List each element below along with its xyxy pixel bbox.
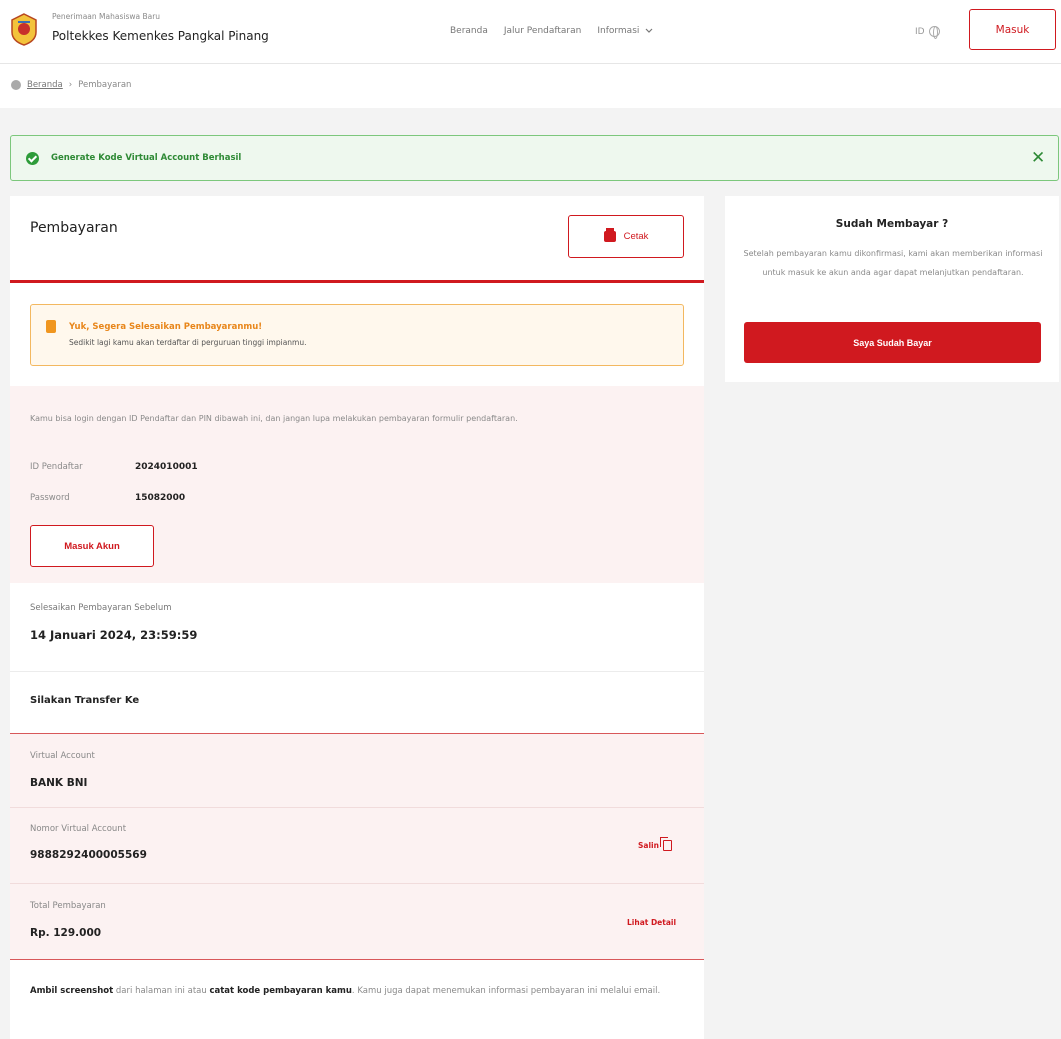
close-icon[interactable]: ✕ [1031, 148, 1045, 168]
page-title: Pembayaran [30, 220, 118, 236]
language-label: ID [915, 26, 925, 37]
breadcrumb-home-link[interactable]: Beranda [27, 80, 63, 90]
brand-title[interactable]: Poltekkes Kemenkes Pangkal Pinang [52, 29, 269, 43]
receipt-icon [46, 320, 56, 333]
divider [10, 671, 704, 672]
side-title: Sudah Membayar ? [835, 218, 949, 230]
virtual-account-row [10, 734, 704, 808]
check-circle-icon [26, 152, 39, 165]
language-selector[interactable]: ID [915, 26, 940, 39]
print-button[interactable]: Cetak [568, 215, 684, 258]
print-button-label: Cetak [623, 231, 649, 242]
total-value: Rp. 129.000 [30, 927, 102, 939]
total-divider [10, 959, 704, 960]
globe-icon [928, 26, 940, 39]
transfer-title: Silakan Transfer Ke [30, 695, 140, 706]
already-paid-card: Sudah Membayar ? Setelah pembayaran kamu… [725, 196, 1059, 382]
success-alert: Generate Kode Virtual Account Berhasil ✕ [10, 135, 1059, 181]
login-account-button[interactable]: Masuk Akun [30, 525, 154, 567]
nav-item-informasi[interactable]: Informasi [597, 26, 653, 36]
payment-card: Pembayaran Cetak Yuk, Segera Selesaikan … [10, 196, 704, 1039]
password-label: Password [30, 493, 70, 503]
nav-item-informasi-label: Informasi [597, 26, 640, 36]
brand-subtitle: Penerimaan Mahasiswa Baru [52, 12, 161, 21]
copy-icon [659, 837, 672, 851]
side-text: Setelah pembayaran kamu dikonfirmasi, ka… [743, 249, 1043, 277]
breadcrumb-separator: › [68, 80, 73, 90]
login-button[interactable]: Masuk [969, 9, 1056, 50]
top-navbar: Penerimaan Mahasiswa Baru Poltekkes Keme… [0, 0, 1061, 64]
breadcrumb-bar [0, 64, 1061, 108]
footer-note-bold-2: catat kode pembayaran kamu [209, 986, 352, 996]
printer-icon [603, 228, 616, 242]
breadcrumb-current: Pembayaran [78, 80, 132, 90]
deadline-value: 14 Januari 2024, 23:59:59 [30, 628, 198, 642]
view-detail-link[interactable]: Lihat Detail [627, 918, 676, 927]
id-value: 2024010001 [135, 462, 198, 472]
total-payment-row [10, 884, 704, 960]
va-number: 9888292400005569 [30, 849, 147, 861]
password-value: 15082000 [135, 493, 186, 503]
footer-note: Ambil screenshot dari halaman ini atau c… [30, 981, 690, 1001]
footer-note-text-1: dari halaman ini atau [113, 986, 210, 996]
reminder-text: Sedikit lagi kamu akan terdaftar di perg… [69, 338, 307, 347]
copy-button[interactable]: Salin [638, 837, 672, 851]
va-bank: BANK BNI [30, 777, 88, 789]
va-label: Virtual Account [30, 751, 95, 761]
home-icon [11, 80, 21, 90]
header-divider [10, 280, 704, 283]
institution-logo-icon[interactable] [9, 12, 39, 46]
breadcrumb: Beranda › Pembayaran [11, 80, 131, 90]
main-nav: Beranda Jalur Pendaftaran Informasi [450, 26, 653, 36]
nav-item-beranda[interactable]: Beranda [450, 26, 488, 36]
va-number-label: Nomor Virtual Account [30, 824, 127, 834]
id-label: ID Pendaftar [30, 462, 83, 472]
total-label: Total Pembayaran [30, 901, 106, 911]
nav-item-jalur-pendaftaran[interactable]: Jalur Pendaftaran [504, 26, 581, 36]
payment-reminder-banner: Yuk, Segera Selesaikan Pembayaranmu! Sed… [30, 304, 684, 366]
alert-message: Generate Kode Virtual Account Berhasil [51, 153, 242, 163]
already-paid-button[interactable]: Saya Sudah Bayar [744, 322, 1041, 363]
footer-note-bold-1: Ambil screenshot [30, 986, 114, 996]
chevron-down-icon [645, 28, 653, 33]
copy-label: Salin [638, 841, 659, 850]
deadline-label: Selesaikan Pembayaran Sebelum [30, 603, 172, 613]
footer-note-text-2: . Kamu juga dapat menemukan informasi pe… [351, 986, 661, 996]
va-number-row [10, 808, 704, 884]
login-note: Kamu bisa login dengan ID Pendaftar dan … [30, 414, 518, 423]
reminder-title: Yuk, Segera Selesaikan Pembayaranmu! [69, 322, 263, 332]
